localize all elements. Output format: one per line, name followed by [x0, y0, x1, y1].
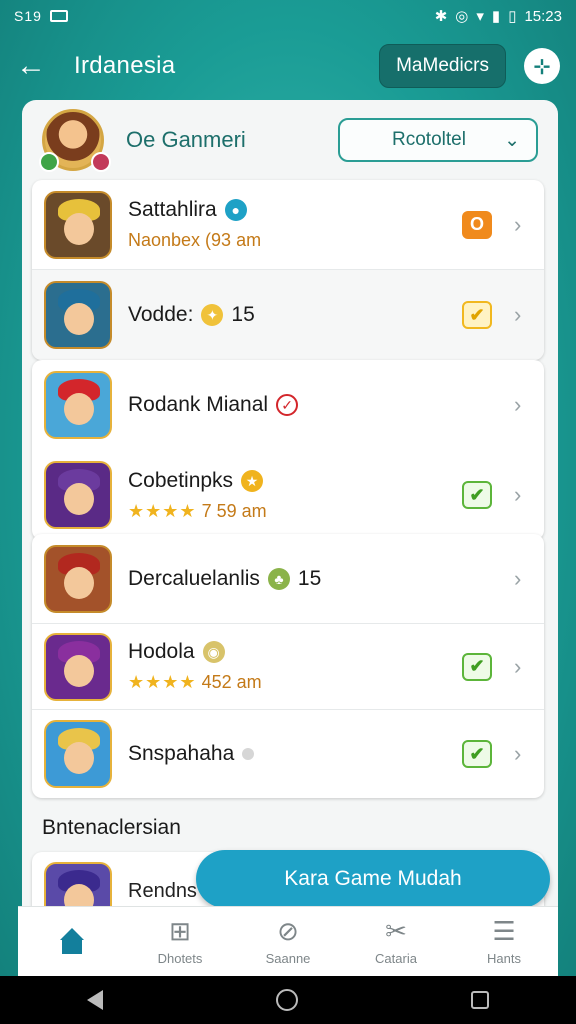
nav-label: Dhotets [157, 951, 203, 966]
game-row[interactable]: Dercaluelanlis ♣ 15 › [32, 534, 544, 624]
rating-stars: ★★★★ [128, 500, 197, 521]
badge-dot-icon [91, 152, 111, 172]
info-icon: ● [224, 199, 247, 221]
controller-icon: ⊞ [169, 916, 191, 946]
nav-dhotets[interactable]: ⊞ Dhotets [126, 907, 234, 976]
game-icon [44, 544, 112, 613]
game-title: Rendns [128, 880, 197, 902]
checkbox-icon[interactable]: ✔ [462, 740, 492, 768]
nav-saanne[interactable]: ⊘ Saanne [234, 907, 342, 976]
alarm-icon: ◎ [455, 8, 469, 25]
game-group-1: Sattahlira ● Naonbex (93 am O › Vodde: ✦… [32, 180, 544, 360]
chevron-right-icon: › [514, 392, 522, 417]
game-title: Snspahaha [128, 742, 235, 765]
gold-icon: ★ [241, 469, 264, 492]
photo-icon [49, 10, 68, 22]
checkbox-icon[interactable]: ✔ [462, 481, 492, 509]
page-title: Irdanesia [74, 52, 176, 79]
checkbox-icon[interactable]: ✔ [462, 652, 492, 681]
status-time: 15:23 [524, 7, 562, 25]
game-subtitle: Naonbex (93 am [128, 230, 262, 250]
nav-hants[interactable]: ☰ Hants [450, 907, 558, 976]
nav-label: Saanne [265, 951, 311, 966]
nav-label: Cataria [375, 951, 417, 966]
pin-icon[interactable]: ⊹ [524, 48, 560, 84]
dot-icon [242, 748, 255, 760]
main-card: Oe Ganmeri Rcotoltel ⌄ Sattahlira ● Naon… [22, 100, 558, 920]
game-subtitle: 7 59 am [201, 500, 267, 521]
media-chip-button[interactable]: MaMedicrs [379, 44, 506, 88]
compass-icon: ⊘ [277, 916, 299, 946]
menu-icon: ☰ [492, 916, 516, 946]
recents-icon[interactable] [471, 991, 490, 1009]
game-row[interactable]: Cobetinpks ★ ★★★★ 7 59 am ✔ › [32, 450, 544, 540]
game-title: Cobetinpks [128, 468, 234, 492]
section-heading: Bntenaclersian [42, 816, 181, 839]
game-title: Dercaluelanlis [128, 566, 260, 590]
home-icon [56, 927, 88, 956]
bottom-nav: ⊞ Dhotets ⊘ Saanne ✂ Cataria ☰ Hants [18, 906, 558, 976]
game-count: 15 [297, 566, 322, 590]
dropdown-value: Rcotoltel [392, 129, 466, 150]
nav-cataria[interactable]: ✂ Cataria [342, 907, 450, 976]
profile-name: Oe Ganmeri [126, 127, 246, 152]
game-row[interactable]: Sattahlira ● Naonbex (93 am O › [32, 180, 544, 270]
red-check-icon: ✓ [276, 394, 299, 416]
game-title: Vodde: [128, 303, 194, 326]
rating-stars: ★★★★ [128, 672, 197, 692]
cookie-icon: ◉ [202, 641, 225, 663]
coin-icon: ✦ [201, 304, 224, 326]
app-bar: ← Irdanesia MaMedicrs ⊹ [0, 32, 576, 100]
chevron-right-icon: › [514, 211, 522, 237]
system-nav-bar [0, 976, 576, 1024]
chevron-right-icon: › [514, 565, 522, 591]
back-arrow-icon[interactable]: ← [16, 51, 56, 81]
chevron-right-icon: › [514, 741, 522, 766]
nav-label: Hants [487, 951, 521, 966]
status-carrier: S19 [14, 8, 42, 24]
game-icon [44, 461, 112, 529]
bluetooth-icon: ✱ [434, 8, 448, 25]
avatar[interactable] [39, 109, 111, 172]
game-row[interactable]: Rodank Mianal ✓ › [32, 360, 544, 450]
leaf-icon: ♣ [267, 567, 290, 590]
game-row[interactable]: Snspahaha ✔ › [32, 710, 544, 798]
game-group-3: Dercaluelanlis ♣ 15 › Hodola ◉ ★★★★ 452 … [32, 534, 544, 798]
game-group-2: Rodank Mianal ✓ › Cobetinpks ★ ★★★★ 7 59… [32, 360, 544, 540]
tools-icon: ✂ [385, 916, 407, 946]
game-icon [44, 371, 112, 439]
status-badge: O [462, 210, 492, 239]
chevron-right-icon: › [514, 302, 522, 327]
back-icon[interactable] [86, 990, 103, 1010]
chevron-down-icon: ⌄ [504, 129, 520, 151]
status-dot-icon [39, 152, 59, 172]
home-circle-icon[interactable] [275, 989, 298, 1011]
game-icon [44, 632, 112, 701]
checkbox-icon[interactable]: ✔ [462, 301, 492, 329]
game-icon [44, 281, 112, 349]
find-game-button[interactable]: Kara Game Mudah [196, 850, 550, 908]
status-bar: S19 ✱ ◎ ▾ ▮ ▯ 15:23 [0, 0, 576, 32]
chevron-right-icon: › [514, 653, 522, 679]
nav-home[interactable] [18, 907, 126, 976]
game-icon [44, 190, 112, 259]
game-icon [44, 720, 112, 788]
game-title: Hodola [128, 640, 195, 663]
game-title: Sattahlira [128, 198, 217, 221]
game-row[interactable]: Hodola ◉ ★★★★ 452 am ✔ › [32, 624, 544, 710]
profile-row: Oe Ganmeri Rcotoltel ⌄ [22, 100, 558, 180]
filter-dropdown[interactable]: Rcotoltel ⌄ [338, 118, 538, 162]
signal-icon: ▮ [491, 8, 501, 25]
game-row[interactable]: Vodde: ✦ 15 ✔ › [32, 270, 544, 360]
chevron-right-icon: › [514, 482, 522, 507]
wifi-icon: ▾ [476, 8, 484, 25]
game-subtitle: 452 am [201, 672, 262, 692]
battery-icon: ▯ [508, 8, 517, 25]
game-count: 15 [231, 303, 255, 326]
game-title: Rodank Mianal [128, 393, 269, 416]
